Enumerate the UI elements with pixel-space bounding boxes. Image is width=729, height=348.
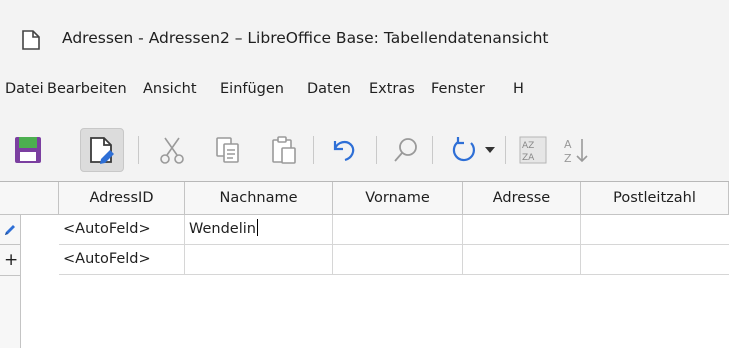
toolbar-separator (505, 136, 506, 164)
table-cell[interactable]: <AutoFeld> (59, 215, 185, 245)
table-cell[interactable] (333, 245, 463, 275)
table-cell[interactable] (463, 215, 581, 245)
paste-icon (272, 136, 296, 164)
menu-einfuegen[interactable]: Einfügen (220, 78, 284, 100)
pencil-icon (5, 224, 15, 235)
toolbar: AZ ZA A Z (0, 118, 729, 172)
refresh-icon (452, 137, 476, 162)
menu-fenster[interactable]: Fenster (431, 78, 485, 100)
table-cell[interactable] (185, 245, 333, 275)
cell-text: Wendelin (189, 221, 256, 237)
table-cell[interactable] (333, 215, 463, 245)
paste-button[interactable] (262, 128, 306, 172)
text-caret (256, 219, 258, 236)
table-grid: AdressID Nachname Vorname Adresse Postle… (0, 181, 729, 348)
menu-ansicht[interactable]: Ansicht (143, 78, 197, 100)
undo-icon (333, 140, 355, 162)
toolbar-separator (376, 136, 377, 164)
sort-icon: AZ ZA (519, 136, 547, 164)
cut-icon (160, 137, 184, 164)
toolbar-separator (313, 136, 314, 164)
table-cell-editing[interactable]: Wendelin (185, 215, 333, 245)
menu-bearbeiten[interactable]: Bearbeiten (47, 78, 127, 100)
column-header-nachname[interactable]: Nachname (185, 182, 333, 215)
toolbar-separator (432, 136, 433, 164)
find-button[interactable] (384, 128, 428, 172)
row-header-1[interactable] (0, 215, 21, 245)
menu-datei[interactable]: Datei (5, 78, 44, 100)
column-header-adresse[interactable]: Adresse (463, 182, 581, 215)
toolbar-separator (138, 136, 139, 164)
copy-button[interactable] (206, 128, 250, 172)
svg-text:Z: Z (564, 152, 572, 165)
table-cell[interactable] (581, 215, 729, 245)
svg-text:A: A (564, 138, 572, 151)
menu-hilfe[interactable]: H (513, 78, 524, 100)
window-title: Adressen - Adressen2 – LibreOffice Base:… (62, 29, 549, 47)
corner-cell (0, 182, 59, 215)
document-icon (22, 30, 40, 50)
undo-button[interactable] (321, 128, 365, 172)
refresh-dropdown-button[interactable] (480, 128, 500, 172)
column-header-adressid[interactable]: AdressID (59, 182, 185, 215)
cut-button[interactable] (150, 128, 194, 172)
menu-daten[interactable]: Daten (307, 78, 351, 100)
title-bar: Adressen - Adressen2 – LibreOffice Base:… (0, 0, 729, 66)
save-button[interactable] (6, 128, 50, 172)
save-icon (15, 137, 41, 163)
edit-data-icon (90, 137, 114, 164)
menu-extras[interactable]: Extras (369, 78, 415, 100)
row-header-new[interactable]: + (0, 245, 21, 276)
svg-text:ZA: ZA (522, 153, 535, 163)
plus-icon: + (4, 250, 19, 270)
copy-icon (216, 137, 239, 163)
table-cell[interactable] (463, 245, 581, 275)
sort-button[interactable]: AZ ZA (511, 128, 555, 172)
sort-ascending-icon: A Z (564, 138, 588, 165)
dropdown-arrow-icon (485, 147, 495, 153)
find-icon (394, 138, 417, 162)
table-cell[interactable]: <AutoFeld> (59, 245, 185, 275)
edit-data-button[interactable] (80, 128, 124, 172)
svg-text:AZ: AZ (522, 141, 534, 151)
column-header-vorname[interactable]: Vorname (333, 182, 463, 215)
table-cell[interactable] (581, 245, 729, 275)
menu-bar: Datei Bearbeiten Ansicht Einfügen Daten … (0, 78, 729, 106)
sort-ascending-button[interactable]: A Z (555, 128, 599, 172)
column-header-postleitzahl[interactable]: Postleitzahl (581, 182, 729, 215)
row-header-empty-area (0, 276, 21, 348)
